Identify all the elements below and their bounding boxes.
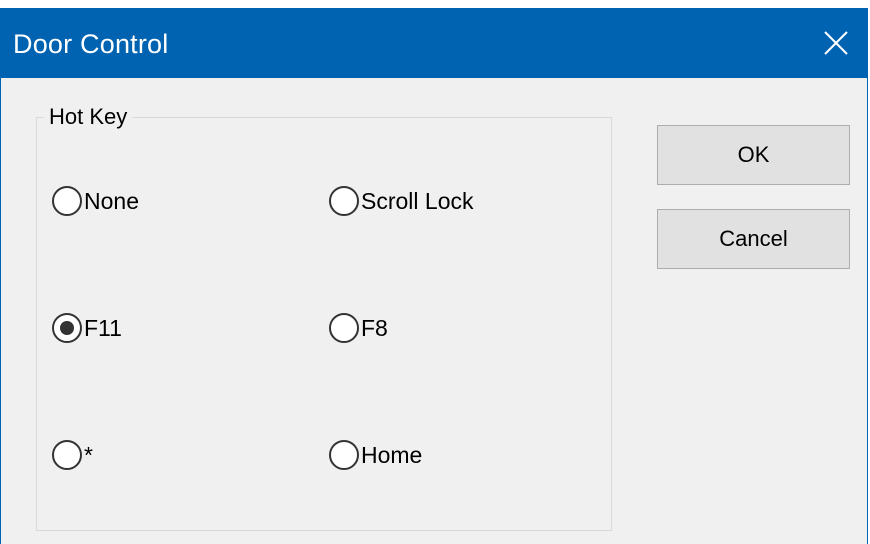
radio-home[interactable]: Home — [329, 438, 422, 472]
radio-label: * — [84, 442, 93, 468]
radio-button-icon[interactable] — [329, 313, 359, 343]
title-bar[interactable]: Door Control — [1, 8, 867, 78]
radio-button-icon[interactable] — [52, 440, 82, 470]
hotkey-group-label: Hot Key — [44, 104, 133, 130]
radio-button-icon[interactable] — [329, 186, 359, 216]
radio-button-icon[interactable] — [329, 440, 359, 470]
radio-scroll-lock[interactable]: Scroll Lock — [329, 184, 473, 218]
close-button[interactable] — [805, 8, 867, 78]
close-icon — [824, 31, 848, 55]
door-control-dialog: Door Control Hot Key None Scroll Lock F1… — [0, 8, 868, 544]
radio-label: Scroll Lock — [361, 188, 474, 214]
radio-f11[interactable]: F11 — [52, 311, 122, 345]
radio-label: F11 — [84, 315, 122, 341]
radio-asterisk[interactable]: * — [52, 438, 93, 472]
radio-label: None — [84, 188, 139, 214]
ok-button[interactable]: OK — [657, 125, 850, 185]
radio-label: Home — [361, 442, 423, 468]
window-title: Door Control — [13, 29, 169, 59]
hotkey-groupbox — [36, 117, 612, 531]
radio-button-icon[interactable] — [52, 186, 82, 216]
radio-button-selected-icon[interactable] — [52, 313, 82, 343]
cancel-button[interactable]: Cancel — [657, 209, 850, 269]
radio-label: F8 — [361, 315, 388, 341]
radio-none[interactable]: None — [52, 184, 139, 218]
radio-f8[interactable]: F8 — [329, 311, 388, 345]
